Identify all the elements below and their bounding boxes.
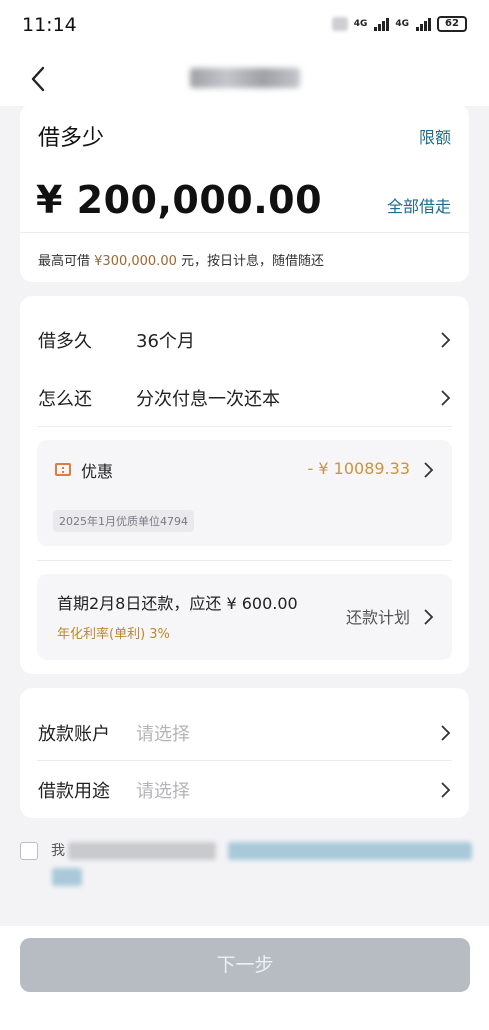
footer: 下一步 bbox=[0, 926, 489, 1030]
chevron-right-icon bbox=[441, 390, 451, 406]
signal-icon bbox=[374, 17, 390, 31]
repay-label: 怎么还 bbox=[38, 389, 92, 410]
purpose-label: 借款用途 bbox=[38, 781, 110, 802]
agreement-link-redacted[interactable] bbox=[228, 842, 472, 860]
chevron-right-icon bbox=[424, 462, 434, 478]
term-value: 36个月 bbox=[136, 331, 195, 352]
repay-plan-link[interactable]: 还款计划 bbox=[346, 604, 410, 628]
network-type: 4G bbox=[353, 19, 368, 29]
discount-panel[interactable]: 优惠 - ¥ 10089.33 2025年1月优质单位4794 bbox=[37, 440, 452, 546]
chevron-right-icon bbox=[441, 725, 451, 741]
divider bbox=[37, 426, 452, 427]
divider bbox=[37, 560, 452, 561]
status-icons: 4G 4G 62 bbox=[331, 16, 467, 32]
nav-bar bbox=[0, 52, 489, 106]
battery-icon: 62 bbox=[437, 16, 467, 32]
amount-card: 借多少 限额 ¥ 200,000.00 全部借走 最高可借 ¥300,000.0… bbox=[20, 104, 469, 282]
borrow-all-button[interactable]: 全部借走 bbox=[387, 193, 451, 217]
status-time: 11:14 bbox=[22, 14, 77, 36]
note-prefix: 最高可借 bbox=[38, 254, 91, 269]
signal-icon-2 bbox=[416, 17, 431, 31]
purpose-select[interactable]: 请选择 bbox=[136, 777, 190, 803]
agreement-text-redacted bbox=[68, 842, 216, 860]
chevron-right-icon bbox=[441, 332, 451, 348]
note-suffix: 元，按日计息，随借随还 bbox=[181, 254, 325, 269]
account-card: 放款账户 请选择 借款用途 请选择 bbox=[20, 688, 469, 818]
max-amount: ¥300,000.00 bbox=[94, 254, 177, 269]
interest-rate: 年化利率(单利) 3% bbox=[57, 627, 170, 642]
max-amount-note: 最高可借 ¥300,000.00 元，按日计息，随借随还 bbox=[38, 250, 324, 269]
divider bbox=[20, 232, 469, 233]
repay-value: 分次付息一次还本 bbox=[136, 389, 280, 410]
discount-tag: 2025年1月优质单位4794 bbox=[53, 510, 194, 532]
agreement-link-redacted-2[interactable] bbox=[52, 868, 82, 886]
chevron-right-icon bbox=[441, 782, 451, 798]
status-bar: 11:14 4G 4G 62 bbox=[0, 0, 489, 52]
terms-card: 借多久 36个月 怎么还 分次付息一次还本 优惠 - ¥ 10089.33 20… bbox=[20, 296, 469, 674]
network-type-2: 4G bbox=[395, 19, 409, 29]
next-step-button[interactable]: 下一步 bbox=[20, 938, 470, 992]
notification-icon bbox=[331, 17, 348, 31]
page-title-redacted bbox=[190, 68, 300, 88]
term-label: 借多久 bbox=[38, 331, 92, 352]
loan-amount-input[interactable]: ¥ 200,000.00 bbox=[36, 178, 322, 222]
chevron-right-icon bbox=[424, 609, 434, 625]
discount-value: - ¥ 10089.33 bbox=[307, 459, 410, 478]
agreement-prefix: 我 bbox=[51, 843, 65, 859]
first-payment-text: 首期2月8日还款，应还 ¥ 600.00 bbox=[57, 594, 298, 613]
discount-title: 优惠 bbox=[81, 462, 114, 481]
agreement-checkbox[interactable] bbox=[20, 842, 38, 860]
first-payment-panel[interactable]: 首期2月8日还款，应还 ¥ 600.00 年化利率(单利) 3% 还款计划 bbox=[37, 574, 452, 660]
coupon-icon bbox=[55, 463, 71, 476]
back-arrow-icon[interactable] bbox=[28, 64, 48, 94]
amount-title: 借多少 bbox=[38, 126, 105, 151]
limit-link[interactable]: 限额 bbox=[419, 124, 451, 148]
divider bbox=[37, 760, 452, 761]
account-label: 放款账户 bbox=[38, 724, 110, 745]
account-select[interactable]: 请选择 bbox=[136, 720, 190, 746]
